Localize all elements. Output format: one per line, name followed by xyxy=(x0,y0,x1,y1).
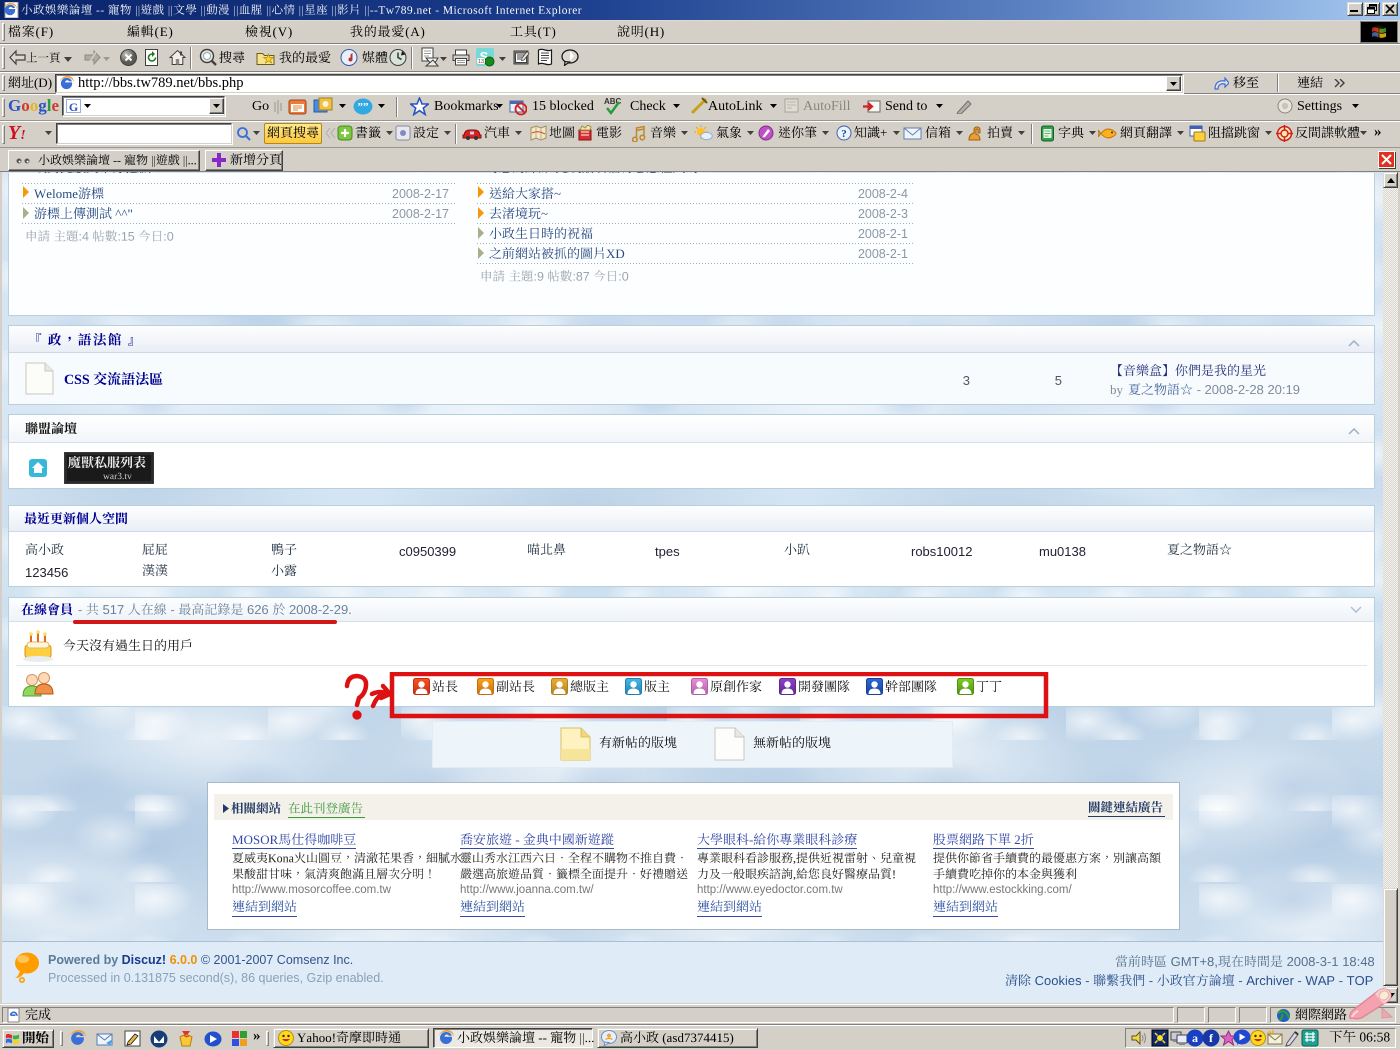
svg-text:ABC: ABC xyxy=(604,97,622,106)
svg-text:?: ? xyxy=(841,128,847,140)
svg-text:””: ”” xyxy=(358,101,369,113)
svg-text:13: 13 xyxy=(478,59,484,65)
svg-text:a: a xyxy=(1192,1031,1198,1045)
